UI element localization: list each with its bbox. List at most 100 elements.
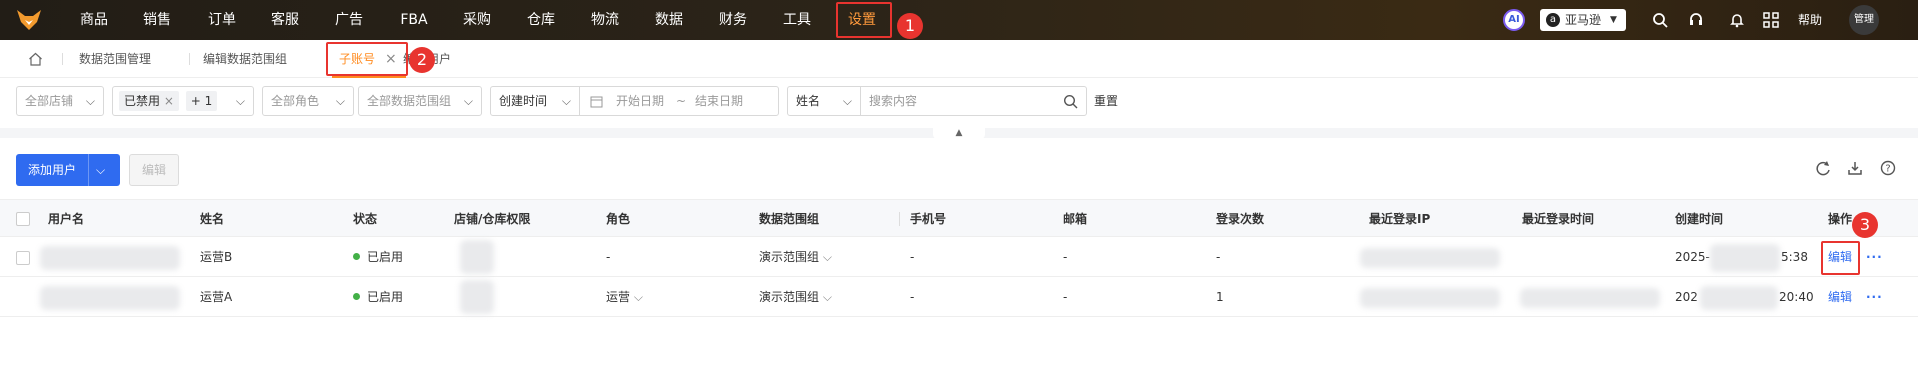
reset-button[interactable]: 重置 [1094, 86, 1118, 116]
edit-link-highlight-box [1821, 241, 1860, 275]
date-range-separator: ~ [676, 94, 687, 108]
nav-item-logistics[interactable]: 物流 [589, 0, 621, 40]
column-header-data-scope: 数据范围组 [759, 212, 820, 226]
start-date-placeholder: 开始日期 [616, 94, 665, 108]
caret-down-icon: ▼ [1610, 15, 1617, 25]
settings-highlight-box [836, 2, 892, 38]
amazon-logo-icon: a [1546, 13, 1560, 27]
add-user-label: 添加用户 [28, 163, 77, 177]
column-header-last-login-time: 最近登录时间 [1522, 212, 1595, 226]
table-row[interactable]: 运营B 已启用 - 演示范围组 ⌵ - - - 2025- 5:38 编辑 ··… [0, 238, 1918, 277]
column-header-role: 角色 [606, 212, 631, 226]
column-header-last-login-ip: 最近登录IP [1369, 212, 1431, 226]
fox-logo-icon[interactable] [16, 8, 42, 32]
apps-grid-icon[interactable] [1763, 0, 1781, 40]
column-header-phone: 手机号 [910, 212, 947, 226]
tab-data-scope-management[interactable]: 数据范围管理 [79, 40, 151, 78]
role-filter-value: 全部角色 [271, 94, 320, 108]
nav-item-finance[interactable]: 财务 [717, 0, 749, 40]
row-email: - [1063, 250, 1068, 264]
status-label: 已启用 [367, 290, 404, 304]
data-scope-label: 演示范围组 [759, 290, 820, 304]
more-actions-icon[interactable]: ··· [1866, 278, 1883, 317]
step-badge-3: 3 [1852, 212, 1878, 238]
date-range-picker[interactable]: 开始日期 ~ 结束日期 [579, 86, 779, 116]
nav-item-fba[interactable]: FBA [398, 0, 430, 40]
row-checkbox[interactable] [16, 251, 30, 265]
chevron-down-icon: ⌵ [85, 94, 95, 108]
status-filter-select[interactable]: 已禁用 × + 1 ⌵ [112, 86, 254, 116]
time-type-value: 创建时间 [499, 94, 548, 108]
collapse-filter-toggle[interactable]: ▲ [933, 126, 985, 140]
redacted-username [40, 286, 180, 310]
tag-remove-icon[interactable]: × [164, 94, 174, 108]
user-avatar[interactable]: 管理 [1849, 5, 1879, 35]
nav-item-products[interactable]: 商品 [78, 0, 110, 40]
help-link[interactable]: 帮助 [1798, 0, 1828, 40]
data-scope-label: 演示范围组 [759, 250, 820, 264]
chevron-down-icon: ⌵ [633, 290, 643, 304]
nav-item-purchase[interactable]: 采购 [461, 0, 493, 40]
headset-support-icon[interactable] [1688, 0, 1706, 40]
column-divider [899, 212, 900, 226]
select-all-checkbox[interactable] [16, 212, 30, 226]
row-created-prefix: 202 [1675, 290, 1698, 304]
table-row[interactable]: 运营A 已启用 运营 ⌵ 演示范围组 ⌵ - - 1 202 20:40 编辑 … [0, 278, 1918, 317]
row-created-prefix: 2025- [1675, 250, 1710, 264]
ai-assistant-icon[interactable]: AI [1503, 9, 1525, 31]
tab-separator [189, 53, 190, 65]
add-user-button[interactable]: 添加用户 ⌵ [16, 154, 120, 186]
redacted-permissions [460, 280, 494, 314]
nav-item-sales[interactable]: 销售 [141, 0, 173, 40]
redacted-permissions [460, 240, 494, 274]
search-icon[interactable] [1063, 94, 1078, 109]
row-data-scope[interactable]: 演示范围组 ⌵ [759, 278, 832, 317]
shop-filter-select[interactable]: 全部店铺 ⌵ [16, 86, 104, 116]
search-field-select[interactable]: 姓名 ⌵ [787, 86, 861, 116]
help-circle-icon[interactable]: ? [1878, 160, 1898, 180]
redacted-created-time [1700, 286, 1778, 310]
edit-button-disabled[interactable]: 编辑 [129, 154, 179, 186]
nav-item-tools[interactable]: 工具 [781, 0, 813, 40]
status-tag-label: 已禁用 [124, 94, 161, 108]
more-actions-icon[interactable]: ··· [1866, 238, 1883, 277]
column-header-login-count: 登录次数 [1216, 212, 1265, 226]
refresh-icon[interactable] [1813, 160, 1833, 180]
download-icon[interactable] [1845, 160, 1865, 180]
row-phone: - [910, 250, 915, 264]
row-data-scope[interactable]: 演示范围组 ⌵ [759, 238, 832, 277]
step-badge-1: 1 [897, 13, 923, 39]
nav-item-ads[interactable]: 广告 [333, 0, 365, 40]
search-input[interactable]: 搜索内容 [860, 86, 1087, 116]
chevron-down-icon[interactable]: ⌵ [96, 154, 105, 186]
nav-item-orders[interactable]: 订单 [206, 0, 238, 40]
nav-item-warehouse[interactable]: 仓库 [525, 0, 557, 40]
scope-filter-select[interactable]: 全部数据范围组 ⌵ [358, 86, 482, 116]
step-badge-2: 2 [409, 47, 435, 73]
bell-notification-icon[interactable] [1729, 0, 1747, 40]
row-edit-link[interactable]: 编辑 [1828, 278, 1852, 317]
chevron-down-icon: ⌵ [561, 94, 571, 108]
redacted-last-login-time [1520, 288, 1660, 308]
home-icon[interactable] [28, 52, 43, 66]
sub-account-highlight-box [326, 42, 408, 76]
chevron-down-icon: ⌵ [463, 94, 473, 108]
role-filter-select[interactable]: 全部角色 ⌵ [262, 86, 354, 116]
search-icon[interactable] [1652, 0, 1670, 40]
row-email: - [1063, 290, 1068, 304]
nav-item-customer-service[interactable]: 客服 [269, 0, 301, 40]
platform-selector[interactable]: a 亚马逊 ▼ [1540, 9, 1626, 31]
nav-item-data[interactable]: 数据 [653, 0, 685, 40]
role-label: 运营 [606, 290, 631, 304]
shop-filter-value: 全部店铺 [25, 94, 74, 108]
tab-edit-data-scope-group[interactable]: 编辑数据范围组 [203, 40, 287, 78]
column-header-email: 邮箱 [1063, 212, 1088, 226]
top-navigation-bar: 商品 销售 订单 客服 广告 FBA 采购 仓库 物流 数据 财务 工具 设置 … [0, 0, 1918, 40]
row-role[interactable]: 运营 ⌵ [606, 278, 643, 317]
column-header-actions: 操作 [1828, 212, 1853, 226]
time-type-select[interactable]: 创建时间 ⌵ [490, 86, 580, 116]
svg-text:?: ? [1885, 164, 1890, 175]
platform-label: 亚马逊 [1565, 13, 1602, 27]
status-tag: 已禁用 × [119, 91, 179, 111]
redacted-username [40, 246, 180, 270]
